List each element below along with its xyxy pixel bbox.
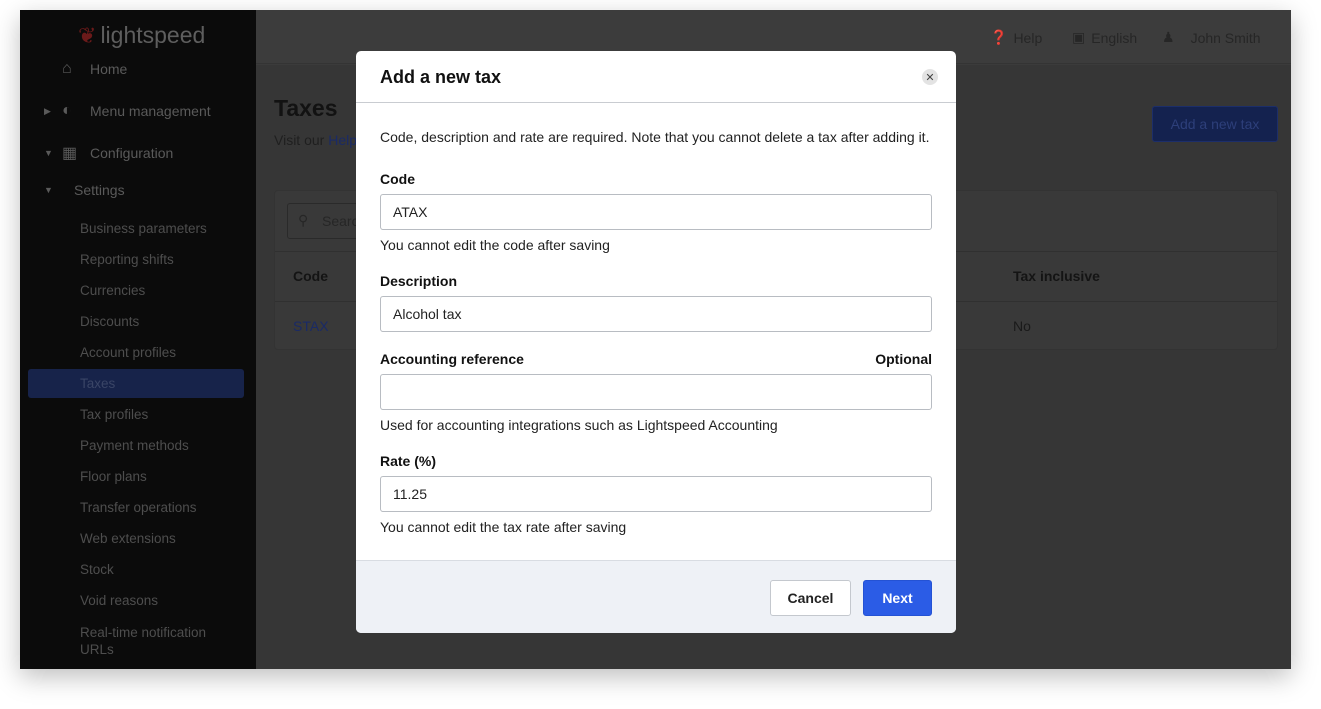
accounting-input[interactable] xyxy=(380,374,932,410)
sidebar-subitem[interactable]: Taxes xyxy=(80,376,115,391)
sidebar-subitem[interactable]: Discounts xyxy=(80,314,139,329)
caret-down-icon: ▼ xyxy=(44,148,53,158)
logo: ❦ lightspeed xyxy=(78,22,205,49)
rate-input[interactable] xyxy=(380,476,932,512)
caret-down-icon: ▼ xyxy=(44,185,53,195)
close-icon[interactable]: ✕ xyxy=(922,69,938,85)
sidebar-subitem[interactable]: Void reasons xyxy=(80,593,158,608)
caret-right-icon: ▶ xyxy=(44,105,51,116)
sidebar-subitem[interactable]: Business parameters xyxy=(80,221,207,236)
sidebar-subitem[interactable]: Transfer operations xyxy=(80,500,197,515)
add-tax-modal: Add a new tax ✕ Code, description and ra… xyxy=(356,51,956,633)
grid-icon: ▦ xyxy=(62,145,78,162)
rate-help: You cannot edit the tax rate after savin… xyxy=(380,519,627,535)
code-help: You cannot edit the code after saving xyxy=(380,237,610,253)
search-icon: ⚲ xyxy=(298,212,309,228)
sidebar-subitem[interactable]: Tax profiles xyxy=(80,407,148,422)
sidebar-subitem[interactable]: Real-time notification URLs xyxy=(80,624,230,658)
sidebar-item-label: Settings xyxy=(74,182,125,198)
row-code-link[interactable]: STAX xyxy=(293,318,329,334)
sidebar-subitem[interactable]: Reporting shifts xyxy=(80,252,174,267)
active-highlight xyxy=(28,369,244,398)
sidebar-subitem[interactable]: Stock xyxy=(80,562,114,577)
accounting-label: Accounting reference xyxy=(380,351,524,367)
sidebar-subitem[interactable]: Payment methods xyxy=(80,438,189,453)
language-label: English xyxy=(1091,29,1138,46)
sidebar-item-label: Home xyxy=(90,61,128,77)
sidebar-subitem[interactable]: Account profiles xyxy=(80,345,176,360)
rate-label: Rate (%) xyxy=(380,453,437,469)
visit-prefix: Visit our xyxy=(274,132,325,148)
column-header-tax-inclusive[interactable]: Tax inclusive xyxy=(1013,268,1100,284)
modal-title: Add a new tax xyxy=(380,67,502,87)
row-tax-inclusive: No xyxy=(1013,318,1031,334)
optional-tag: Optional xyxy=(875,351,932,367)
add-tax-button[interactable]: Add a new tax xyxy=(1152,106,1278,142)
sidebar-item-label: Menu management xyxy=(90,103,211,119)
page-title: Taxes xyxy=(274,95,338,121)
modal-header: Add a new tax ✕ xyxy=(356,51,956,103)
visit-text: Visit our Help xyxy=(274,132,357,148)
language-icon: ▣ xyxy=(1072,29,1086,45)
next-button[interactable]: Next xyxy=(863,580,932,616)
description-input[interactable] xyxy=(380,296,932,332)
menu-icon: ◐ xyxy=(62,102,72,119)
language-selector[interactable]: ▣ English xyxy=(1072,29,1137,46)
help-link[interactable]: Help xyxy=(328,132,357,148)
user-menu[interactable]: ♟ John Smith xyxy=(1162,29,1261,46)
user-name: John Smith xyxy=(1190,29,1261,46)
cancel-button[interactable]: Cancel xyxy=(770,580,851,616)
help-label: Help xyxy=(1013,29,1043,46)
accounting-help: Used for accounting integrations such as… xyxy=(380,417,778,433)
home-icon: ⌂ xyxy=(62,60,72,77)
modal-footer: Cancel Next xyxy=(356,560,956,633)
help-link[interactable]: ❓ Help xyxy=(990,29,1042,46)
user-icon: ♟ xyxy=(1162,29,1175,45)
sidebar-subitem[interactable]: Web extensions xyxy=(80,531,176,546)
description-label: Description xyxy=(380,273,458,289)
modal-intro: Code, description and rate are required.… xyxy=(380,129,930,145)
column-header-code[interactable]: Code xyxy=(293,268,328,284)
sidebar-item-label: Configuration xyxy=(90,145,174,161)
code-label: Code xyxy=(380,171,415,187)
flame-icon: ❦ xyxy=(78,22,97,48)
help-icon: ❓ xyxy=(990,29,1008,45)
sidebar-subitem[interactable]: Currencies xyxy=(80,283,145,298)
code-input[interactable] xyxy=(380,194,932,230)
brand-name: lightspeed xyxy=(100,22,206,48)
sidebar: ❦ lightspeed ⌂ Home ▶ ◐ Menu management ▼ ▦ Co… xyxy=(20,10,256,669)
sidebar-subitem[interactable]: Floor plans xyxy=(80,469,147,484)
